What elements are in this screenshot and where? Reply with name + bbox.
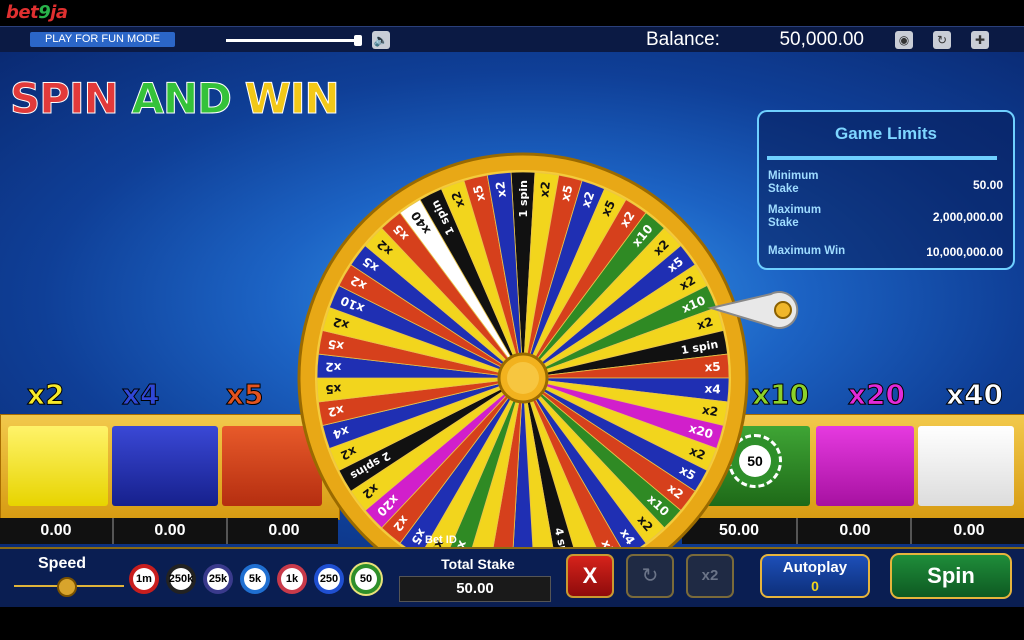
eye-icon[interactable]: ◉ (895, 31, 913, 49)
wheel-segment-label: x2 (701, 403, 719, 420)
wheel-segment-label: x5 (704, 360, 721, 375)
top-bar: bet9ja (0, 0, 1024, 26)
wheel-segment-label: x4 (704, 382, 721, 397)
wheel-pointer (707, 291, 799, 329)
double-bet-button[interactable]: x2 (686, 554, 734, 598)
double-icon: x2 (701, 567, 719, 584)
prize-wheel: 1 spin x2 x5 x2 x5x2x10x2x5x2x10x21 spinx5x4… (297, 152, 749, 547)
speed-slider-handle[interactable] (57, 577, 77, 597)
left-amount-bar: 0.00 0.00 0.00 (0, 518, 338, 544)
speed-label: Speed (38, 555, 87, 572)
title-word-3: WIN (244, 74, 340, 124)
bet-amount-x4: 0.00 (112, 518, 226, 544)
clear-icon: X (582, 563, 598, 588)
rebet-button[interactable]: ↻ (626, 554, 674, 598)
divider (767, 156, 997, 160)
maximum-win-label: Maximum Win (768, 245, 846, 257)
balance-value: 50,000.00 (779, 29, 864, 50)
sound-icon[interactable]: 🔈 (372, 31, 390, 49)
game-stage: SPIN AND WIN Game Limits Minimum Stake 5… (0, 52, 1024, 547)
bet-amount-x20: 0.00 (796, 518, 912, 544)
wheel-segment-label: 1 spin (517, 180, 530, 218)
chip-25k[interactable]: 25k (203, 564, 233, 594)
balance-label: Balance: (646, 29, 720, 50)
bet-spot-x20[interactable] (816, 426, 914, 506)
chip-5k[interactable]: 5k (240, 564, 270, 594)
bet-id-label: Bet ID (425, 534, 457, 546)
wheel-segment-label: x2 (493, 181, 509, 199)
chip-250k[interactable]: 250k (166, 564, 196, 594)
bet-spot-x40[interactable] (918, 426, 1014, 506)
maximum-win-value: 10,000,000.00 (926, 245, 1003, 259)
chip-1k[interactable]: 1k (277, 564, 307, 594)
multiplier-x5-label: x5 (226, 378, 265, 412)
bet-spot-x2[interactable] (8, 426, 108, 506)
bet-amount-x40: 0.00 (910, 518, 1024, 544)
wheel-hub-inner (507, 362, 539, 394)
multiplier-x40-label: x40 (945, 378, 1004, 412)
chip-250[interactable]: 250 (314, 564, 344, 594)
game-title: SPIN AND WIN (10, 74, 341, 124)
multiplier-x4-label: x4 (122, 378, 161, 412)
autoplay-button[interactable]: Autoplay 0 (760, 554, 870, 598)
game-limits-panel: Game Limits Minimum Stake 50.00 Maximum … (757, 110, 1015, 270)
chip-1m[interactable]: 1m (129, 564, 159, 594)
game-limits-title: Game Limits (834, 124, 938, 143)
wheel-segment-label: x2 (325, 360, 342, 375)
bet-spot-x4[interactable] (112, 426, 218, 506)
brand-logo: bet9ja (6, 2, 68, 23)
minimum-stake-label: Minimum Stake (768, 170, 819, 195)
footer-bar (0, 607, 1024, 640)
wheel-segment-label: x5 (327, 337, 345, 354)
wheel-segment-label: x2 (327, 403, 345, 420)
control-bar: Bet ID Speed 1m 250k 25k 5k 1k 250 50 To… (0, 534, 1024, 609)
title-word-2: AND (131, 74, 233, 124)
clear-bets-button[interactable]: X (566, 554, 614, 598)
multiplier-x2-label: x2 (27, 378, 66, 412)
volume-slider[interactable] (226, 39, 358, 42)
volume-slider-handle[interactable] (354, 35, 362, 46)
maximum-stake-label: Maximum Stake (768, 204, 822, 229)
total-stake-label: Total Stake (441, 556, 515, 572)
bet-amount-x2: 0.00 (40, 522, 72, 539)
minimum-stake-value: 50.00 (972, 178, 1003, 192)
multiplier-x20-label: x20 (847, 378, 906, 412)
wheel-segment-label: x5 (325, 382, 342, 397)
autoplay-label: Autoplay (782, 559, 848, 576)
multiplier-x10-label: x10 (751, 378, 810, 412)
history-icon[interactable]: ↻ (933, 31, 951, 49)
rebet-icon: ↻ (641, 565, 659, 587)
wheel-segment-label: x2 (537, 181, 553, 199)
total-stake-value: 50.00 (399, 576, 551, 602)
autoplay-count: 0 (811, 578, 819, 594)
chip-50-selected[interactable]: 50 (351, 564, 381, 594)
status-bar: PLAY FOR FUN MODE 🔈 Balance: 50,000.00 ◉… (0, 26, 1024, 53)
spin-button[interactable]: Spin (890, 553, 1012, 599)
title-word-1: SPIN (10, 74, 120, 124)
play-mode-badge: PLAY FOR FUN MODE (30, 32, 175, 47)
fullscreen-icon[interactable]: ✚ (971, 31, 989, 49)
maximum-stake-value: 2,000,000.00 (932, 210, 1003, 224)
